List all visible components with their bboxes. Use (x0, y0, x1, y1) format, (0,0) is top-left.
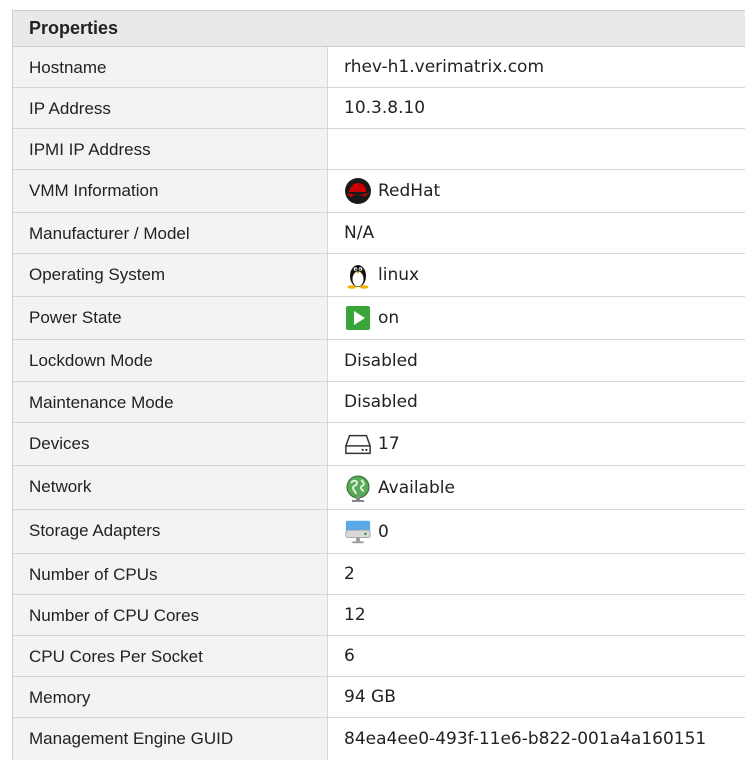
cores-per-socket-value: 6 (344, 646, 355, 666)
cpu-cores-value: 12 (344, 605, 366, 625)
row-ip-address: IP Address 10.3.8.10 (13, 88, 745, 129)
row-label: Operating System (13, 254, 328, 296)
row-label: Lockdown Mode (13, 340, 328, 381)
play-icon (344, 304, 372, 332)
guid-value: 84ea4ee0-493f-11e6-b822-001a4a160151 (344, 729, 707, 749)
row-label: Hostname (13, 47, 328, 87)
row-label: Number of CPUs (13, 554, 328, 594)
power-state-value: on (378, 308, 400, 328)
row-label: Network (13, 466, 328, 509)
row-network: Network Available (13, 466, 745, 510)
row-manufacturer-model: Manufacturer / Model N/A (13, 213, 745, 254)
row-memory: Memory 94 GB (13, 677, 745, 718)
row-label: Management Engine GUID (13, 718, 328, 760)
row-label: Maintenance Mode (13, 382, 328, 422)
row-label: VMM Information (13, 170, 328, 212)
row-number-of-cpus: Number of CPUs 2 (13, 554, 745, 595)
storage-adapter-icon (344, 518, 372, 546)
row-label: IPMI IP Address (13, 129, 328, 169)
row-value: rhev-h1.verimatrix.com (328, 47, 745, 87)
row-number-of-cpu-cores: Number of CPU Cores 12 (13, 595, 745, 636)
properties-panel: Properties Hostname rhev-h1.verimatrix.c… (12, 10, 745, 760)
row-value: linux (328, 254, 745, 296)
row-label: Number of CPU Cores (13, 595, 328, 635)
row-power-state: Power State on (13, 297, 745, 340)
hostname-value: rhev-h1.verimatrix.com (344, 57, 545, 77)
row-label: Storage Adapters (13, 510, 328, 553)
row-storage-adapters: Storage Adapters 0 (13, 510, 745, 554)
row-value: N/A (328, 213, 745, 253)
row-value: 84ea4ee0-493f-11e6-b822-001a4a160151 (328, 718, 745, 760)
row-label: Power State (13, 297, 328, 339)
storage-adapters-value: 0 (378, 521, 389, 542)
ip-address-value: 10.3.8.10 (344, 98, 426, 118)
row-value (328, 129, 745, 169)
row-value: RedHat (328, 170, 745, 212)
os-value: linux (378, 265, 420, 285)
row-value: Disabled (328, 382, 745, 422)
row-label: Manufacturer / Model (13, 213, 328, 253)
row-value: 2 (328, 554, 745, 594)
panel-header: Properties (13, 11, 745, 47)
row-label: Devices (13, 423, 328, 465)
row-devices: Devices 17 (13, 423, 745, 466)
vmm-value: RedHat (378, 181, 441, 201)
row-value: on (328, 297, 745, 339)
devices-value: 17 (378, 434, 400, 454)
redhat-logo-icon (344, 177, 372, 205)
row-cpu-cores-per-socket: CPU Cores Per Socket 6 (13, 636, 745, 677)
row-operating-system: Operating System linux (13, 254, 745, 297)
row-value: 10.3.8.10 (328, 88, 745, 128)
globe-network-icon (344, 474, 372, 502)
row-value: 17 (328, 423, 745, 465)
row-hostname: Hostname rhev-h1.verimatrix.com (13, 47, 745, 88)
row-value: 94 GB (328, 677, 745, 717)
network-value: Available (378, 477, 455, 498)
row-management-engine-guid: Management Engine GUID 84ea4ee0-493f-11e… (13, 718, 745, 760)
memory-value: 94 GB (344, 687, 396, 707)
row-value: Available (328, 466, 745, 509)
row-value: Disabled (328, 340, 745, 381)
row-vmm-information: VMM Information RedHat (13, 170, 745, 213)
lockdown-value: Disabled (344, 350, 418, 371)
panel-title: Properties (29, 18, 119, 38)
row-label: Memory (13, 677, 328, 717)
row-value: 6 (328, 636, 745, 676)
row-label: CPU Cores Per Socket (13, 636, 328, 676)
hard-drive-icon (344, 430, 372, 458)
row-maintenance-mode: Maintenance Mode Disabled (13, 382, 745, 423)
row-lockdown-mode: Lockdown Mode Disabled (13, 340, 745, 382)
row-ipmi-ip-address: IPMI IP Address (13, 129, 745, 170)
maintenance-value: Disabled (344, 392, 418, 412)
manufacturer-value: N/A (344, 223, 375, 243)
row-value: 12 (328, 595, 745, 635)
cpus-value: 2 (344, 564, 355, 584)
row-label: IP Address (13, 88, 328, 128)
linux-penguin-icon (344, 261, 372, 289)
row-value: 0 (328, 510, 745, 553)
